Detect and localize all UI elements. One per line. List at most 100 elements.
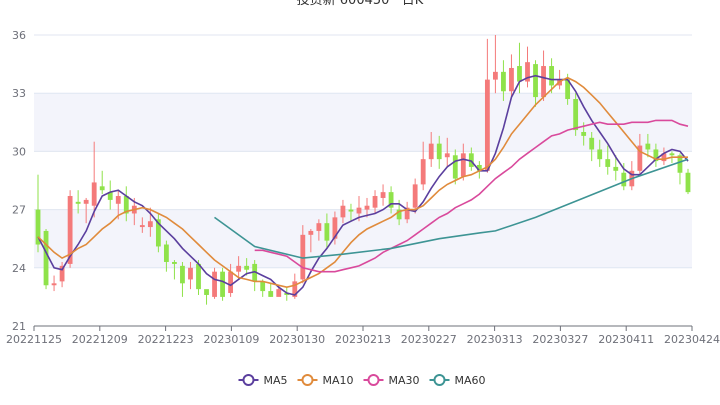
candle-body [509,67,514,92]
candle-body [340,205,346,218]
candle [268,283,274,297]
candle-body [484,79,490,171]
candle-body [380,192,386,198]
x-tick-label: 20230109 [203,333,259,346]
x-tick-label: 20230213 [335,333,391,346]
candle-body [549,66,554,86]
candle-body [260,281,266,292]
candle-body [589,137,595,150]
candle-body [163,244,169,262]
candle-body [172,261,177,264]
candle-body [428,143,434,160]
candle [99,170,105,195]
candle-body [460,153,466,177]
candle-body [43,230,49,286]
legend-item-ma30[interactable]: MA30 [363,374,420,387]
candle-body [581,132,587,136]
candle-body [597,149,603,160]
candle [228,263,234,297]
legend-item-ma10[interactable]: MA10 [297,374,354,387]
plot-background-bands [34,93,692,268]
candle [525,46,530,88]
y-tick-label: 21 [12,320,26,333]
candle [91,141,97,218]
x-tick-label: 20230130 [269,333,325,346]
candle-body [444,153,450,158]
candle-body [244,265,250,270]
candle-body [685,172,691,193]
legend-marker [433,374,446,386]
candle [204,289,209,305]
legend-label: MA5 [264,374,288,387]
candle-body [621,172,627,187]
candle [43,229,49,290]
candle-body [573,99,579,131]
legend-marker [242,374,255,386]
legend-marker [367,374,380,386]
candle-body [669,153,675,156]
candle-body [412,184,418,208]
candle-body [452,155,458,179]
candle-body [188,267,193,280]
legend-item-ma5[interactable]: MA5 [238,374,288,387]
candle [172,260,177,280]
candle-body [356,207,362,214]
candle-body [212,271,217,297]
x-tick-label: 20230411 [598,333,654,346]
candle [492,35,498,94]
y-tick-label: 27 [12,204,26,217]
chart-title: 投资新 600450 · 日K [297,0,424,8]
candle-body [492,71,498,80]
y-axis: 21 24 27 30 33 36 [12,29,26,333]
candle-body [348,209,354,212]
candle-body [613,166,619,171]
y-tick-label: 30 [12,145,26,158]
candle [685,168,691,195]
candle-body [51,283,57,286]
legend-label: MA30 [389,374,420,387]
candle-body [220,271,225,297]
candle-body [541,66,546,98]
candle [541,50,546,101]
grid-lines [34,34,692,327]
candle-body [204,289,209,295]
candle-body [147,221,153,228]
candle-body [533,64,538,98]
candle-body [99,186,105,191]
candle [212,267,217,299]
legend[interactable]: MA5 MA10 MA30 MA60 [238,374,486,387]
candle-body [276,289,282,297]
candle-body [324,223,330,241]
candle-body [364,205,370,210]
candle-body [308,230,314,235]
candle-body [316,223,322,231]
candle [573,93,579,136]
candle-body [420,159,426,185]
legend-label: MA60 [455,374,486,387]
y-tick-label: 33 [12,87,26,100]
candle-body [605,159,611,167]
candle [107,180,113,210]
candle-body [236,265,242,272]
x-axis: 20221125 20221209 20221223 20230109 20230130… [6,325,720,346]
x-tick-label: 20230227 [401,333,457,346]
candle-body [501,71,506,92]
candle-body [196,263,201,290]
legend-marker [301,374,314,386]
x-tick-label: 20221209 [72,333,128,346]
x-tick-label: 20221223 [138,333,194,346]
x-tick-label: 20221125 [6,333,62,346]
candle-body [372,196,378,208]
candle [220,267,225,301]
candle-body [517,66,522,82]
candle-body [91,182,97,206]
candle-body [115,196,121,204]
x-tick-label: 20230327 [532,333,588,346]
legend-item-ma60[interactable]: MA60 [429,374,486,387]
plot-band [34,209,692,268]
candle-body [180,265,185,284]
candle [380,184,386,206]
candle [509,54,514,98]
candle-body [75,201,81,204]
candle [252,260,258,292]
